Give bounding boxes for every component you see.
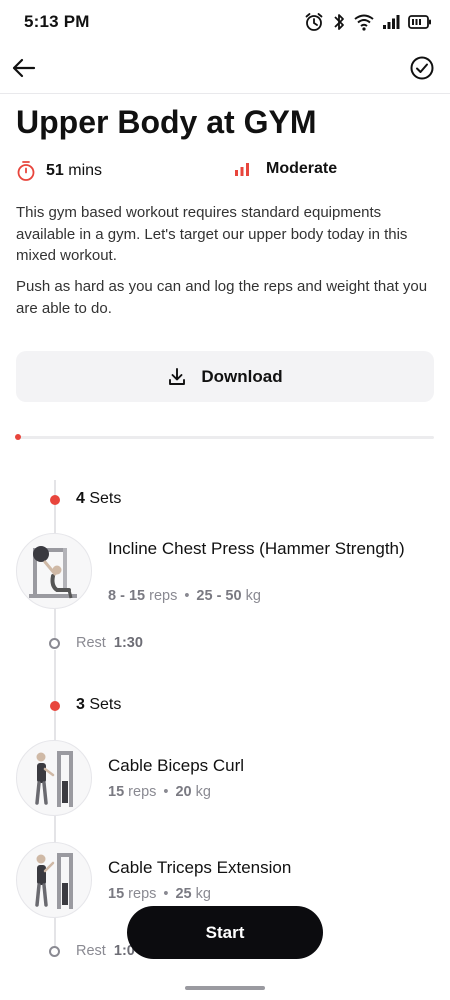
set-count: 3 Sets: [76, 696, 121, 714]
status-icons: [304, 12, 432, 32]
chest-press-machine-icon: [29, 546, 77, 599]
difficulty: Moderate: [234, 160, 337, 178]
exercise-details: 15 reps • 25 kg: [108, 886, 211, 902]
exercise-name[interactable]: Incline Chest Press (Hammer Strength): [108, 538, 428, 560]
separator-dot: •: [163, 784, 169, 800]
home-indicator[interactable]: [185, 986, 265, 990]
set-count-word: Sets: [89, 696, 122, 713]
set-count: 4 Sets: [76, 490, 121, 508]
status-bar: 5:13 PM: [0, 0, 450, 46]
set-count-word: Sets: [89, 490, 122, 507]
cell-signal-icon: [383, 15, 400, 29]
exercise-reps-unit: reps: [128, 886, 157, 902]
workout-progress-bar: [16, 436, 434, 439]
app-bar-divider: [0, 93, 450, 94]
rest-period[interactable]: Rest 1:30: [76, 635, 143, 651]
rest-marker: [49, 946, 60, 957]
exercise-weight: 25 - 50: [196, 588, 242, 604]
workout-description: This gym based workout requires standard…: [16, 204, 408, 264]
difficulty-value: Moderate: [266, 160, 338, 177]
exercise-weight: 20: [175, 784, 192, 800]
exercise-weight-unit: kg: [245, 588, 261, 604]
stopwatch-icon: [17, 161, 35, 181]
status-time: 5:13 PM: [24, 12, 90, 31]
workout-instruction: Push as hard as you can and log the reps…: [16, 278, 428, 317]
exercise-name[interactable]: Cable Triceps Extension: [108, 857, 428, 879]
duration-unit: mins: [68, 162, 103, 179]
exercise-reps-unit: reps: [128, 784, 157, 800]
app-bar: [0, 50, 450, 92]
exercise-reps: 15: [108, 886, 125, 902]
exercise-thumbnail[interactable]: [16, 842, 92, 918]
exercise-reps: 15: [108, 784, 125, 800]
exercise-details: 15 reps • 20 kg: [108, 784, 211, 800]
rest-label: Rest: [76, 943, 106, 959]
alarm-icon: [305, 13, 323, 31]
cable-machine-icon: [35, 853, 73, 909]
signal-bars-icon: [235, 163, 249, 176]
rest-period[interactable]: Rest 1:0: [76, 943, 135, 959]
duration: 51 mins: [16, 160, 102, 182]
download-icon: [169, 367, 186, 385]
battery-icon: [408, 15, 431, 29]
cable-machine-icon: [35, 751, 73, 807]
set-count-number: 4: [76, 490, 85, 507]
exercise-details: 8 - 15 reps • 25 - 50 kg: [108, 588, 261, 604]
exercise-weight-unit: kg: [195, 784, 211, 800]
exercise-name[interactable]: Cable Biceps Curl: [108, 755, 428, 777]
set-marker: [50, 701, 60, 711]
workout-meta: 51 mins Moderate: [16, 160, 436, 184]
separator-dot: •: [163, 886, 169, 902]
exercise-thumbnail[interactable]: [16, 533, 92, 609]
workout-progress-indicator: [15, 434, 21, 440]
download-label: Download: [201, 366, 283, 386]
duration-value: 51: [46, 162, 64, 179]
bluetooth-icon: [334, 14, 344, 30]
wifi-icon: [354, 14, 374, 31]
page-title: Upper Body at GYM: [16, 104, 317, 140]
exercise-thumbnail[interactable]: [16, 740, 92, 816]
set-marker: [50, 495, 60, 505]
exercise-reps: 8 - 15: [108, 588, 146, 604]
exercise-reps-unit: reps: [149, 588, 178, 604]
separator-dot: •: [184, 588, 190, 604]
check-circle-icon: [410, 56, 434, 80]
start-button[interactable]: Start: [127, 906, 323, 959]
rest-label: Rest: [76, 635, 106, 651]
set-count-number: 3: [76, 696, 85, 713]
exercise-weight-unit: kg: [195, 886, 211, 902]
rest-marker: [49, 638, 60, 649]
exercise-weight: 25: [175, 886, 192, 902]
download-button[interactable]: Download: [16, 351, 434, 402]
back-button[interactable]: [10, 54, 38, 82]
duration-text: 51 mins: [46, 162, 102, 180]
complete-button[interactable]: [408, 54, 436, 82]
rest-value: 1:30: [113, 635, 143, 651]
start-label: Start: [205, 922, 245, 942]
back-arrow-icon: [12, 58, 36, 78]
